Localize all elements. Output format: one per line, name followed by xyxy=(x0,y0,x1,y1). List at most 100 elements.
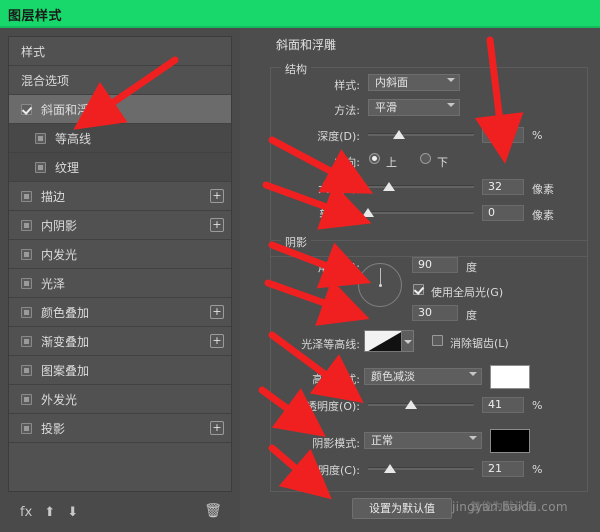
style-list-item[interactable]: 等高线 xyxy=(9,124,231,153)
highlight-color-swatch[interactable] xyxy=(490,365,530,389)
style-list-item[interactable]: 内发光 xyxy=(9,240,231,269)
highlight-opacity-unit: % xyxy=(532,399,543,412)
style-item-label: 内发光 xyxy=(41,247,78,262)
soften-slider-thumb[interactable] xyxy=(362,208,374,217)
style-list-item[interactable]: 投影 + xyxy=(9,414,231,443)
angle-dial[interactable] xyxy=(358,263,402,307)
trash-icon[interactable]: 🗑 xyxy=(204,503,222,519)
style-list-item[interactable]: 样式 xyxy=(9,37,231,66)
highlight-opacity-slider-track[interactable] xyxy=(368,403,474,406)
style-item-checkbox[interactable] xyxy=(21,103,32,115)
altitude-input[interactable]: 30 xyxy=(412,305,458,321)
shadow-opacity-row-label: 不透明度(C): xyxy=(296,464,360,477)
gloss-contour-preview[interactable] xyxy=(364,330,402,352)
shadow-opacity-input[interactable]: 21 xyxy=(482,461,524,477)
add-effect-button[interactable]: + xyxy=(210,305,224,319)
style-item-checkbox[interactable] xyxy=(21,422,32,434)
use-global-light-checkbox[interactable] xyxy=(413,284,424,295)
style-list-item[interactable]: 颜色叠加 + xyxy=(9,298,231,327)
highlight-mode-value: 颜色减淡 xyxy=(371,370,415,383)
shadow-opacity-unit: % xyxy=(532,463,543,476)
size-slider-thumb[interactable] xyxy=(383,182,396,191)
highlight-opacity-input[interactable]: 41 xyxy=(482,397,524,413)
style-list-item[interactable]: 纹理 xyxy=(9,153,231,182)
style-list[interactable]: 样式 混合选项 斜面和浮雕 等高线 纹理 描边 + 内阴影 + 内发光 光泽 颜色叠加 + 渐变叠加 + 图案… xyxy=(8,36,232,492)
depth-unit: % xyxy=(532,129,543,142)
style-list-item[interactable]: 混合选项 xyxy=(9,66,231,95)
style-item-checkbox[interactable] xyxy=(21,335,32,347)
shadow-color-swatch[interactable] xyxy=(490,429,530,453)
style-item-checkbox[interactable] xyxy=(35,161,46,173)
arrow-down-icon[interactable]: ⬇ xyxy=(67,505,78,520)
arrow-up-icon[interactable]: ⬆ xyxy=(44,505,55,520)
style-item-checkbox[interactable] xyxy=(21,364,32,376)
style-item-label: 投影 xyxy=(41,421,66,436)
altitude-row-label: 高度: xyxy=(334,309,360,322)
shadow-mode-row-label: 阴影模式: xyxy=(312,437,360,450)
style-item-checkbox[interactable] xyxy=(21,248,32,260)
depth-slider-track[interactable] xyxy=(368,133,474,136)
style-list-item[interactable]: 光泽 xyxy=(9,269,231,298)
highlight-opacity-row-label: 不透明度(O): xyxy=(295,400,360,413)
style-row-label: 样式: xyxy=(334,79,360,92)
style-item-checkbox[interactable] xyxy=(21,277,32,289)
style-item-label: 外发光 xyxy=(41,392,78,407)
size-unit: 像素 xyxy=(532,183,554,196)
shadow-opacity-slider-thumb[interactable] xyxy=(384,464,397,473)
window-titlebar: 图层样式 xyxy=(0,0,600,28)
add-effect-button[interactable]: + xyxy=(210,189,224,203)
style-item-label: 图案叠加 xyxy=(41,363,90,378)
chevron-down-icon xyxy=(447,103,455,107)
gloss-contour-row-label: 光泽等高线: xyxy=(301,338,360,351)
gloss-contour-dropdown-arrow[interactable] xyxy=(402,330,414,352)
style-list-item[interactable]: 渐变叠加 + xyxy=(9,327,231,356)
highlight-opacity-slider-thumb[interactable] xyxy=(405,400,418,409)
direction-down-radio[interactable] xyxy=(420,153,431,164)
style-item-label: 描边 xyxy=(41,189,66,204)
angle-input[interactable]: 90 xyxy=(412,257,458,273)
soften-slider-track[interactable] xyxy=(368,211,474,214)
highlight-mode-dropdown[interactable]: 颜色减淡 xyxy=(364,368,482,385)
set-default-button[interactable]: 设置为默认值 xyxy=(352,498,452,519)
size-input[interactable]: 32 xyxy=(482,179,524,195)
style-list-item[interactable]: 外发光 xyxy=(9,385,231,414)
soften-input[interactable]: 0 xyxy=(482,205,524,221)
panel-title: 斜面和浮雕 xyxy=(276,38,337,52)
add-effect-button[interactable]: + xyxy=(210,421,224,435)
style-list-item[interactable]: 内阴影 + xyxy=(9,211,231,240)
fx-icon[interactable]: fx xyxy=(20,505,32,520)
depth-row-label: 深度(D): xyxy=(317,130,360,143)
style-item-checkbox[interactable] xyxy=(21,306,32,318)
add-effect-button[interactable]: + xyxy=(210,334,224,348)
window-title: 图层样式 xyxy=(8,9,63,24)
style-list-item[interactable]: 描边 + xyxy=(9,182,231,211)
style-list-item[interactable]: 斜面和浮雕 xyxy=(9,95,231,124)
size-row-label: 大小(Z): xyxy=(318,182,360,195)
bevel-emboss-panel: 斜面和浮雕 结构 样式: 内斜面 方法: 平滑 深度(D): 258 % 方向:… xyxy=(240,28,600,532)
angle-unit: 度 xyxy=(466,261,477,274)
technique-dropdown[interactable]: 平滑 xyxy=(368,99,460,116)
add-effect-button[interactable]: + xyxy=(210,218,224,232)
sidebar-footer-toolbar: fx ⬆ ⬇ 🗑 xyxy=(8,498,232,526)
depth-input[interactable]: 258 xyxy=(482,127,524,143)
style-item-checkbox[interactable] xyxy=(35,132,46,144)
style-item-label: 样式 xyxy=(21,44,46,59)
style-list-item[interactable]: 图案叠加 xyxy=(9,356,231,385)
style-item-label: 斜面和浮雕 xyxy=(41,102,102,117)
chevron-down-icon xyxy=(469,372,477,376)
shadow-mode-dropdown[interactable]: 正常 xyxy=(364,432,482,449)
soften-row-label: 软化(F): xyxy=(319,208,360,221)
angle-dial-center xyxy=(379,284,382,287)
style-item-label: 纹理 xyxy=(55,160,80,175)
style-item-checkbox[interactable] xyxy=(21,393,32,405)
style-item-label: 渐变叠加 xyxy=(41,334,90,349)
style-item-label: 颜色叠加 xyxy=(41,305,90,320)
style-item-checkbox[interactable] xyxy=(21,190,32,202)
style-item-checkbox[interactable] xyxy=(21,219,32,231)
depth-slider-thumb[interactable] xyxy=(392,130,405,139)
anti-alias-checkbox[interactable] xyxy=(432,335,443,346)
style-dropdown[interactable]: 内斜面 xyxy=(368,74,460,91)
direction-up-radio[interactable] xyxy=(369,153,380,164)
style-item-label: 混合选项 xyxy=(21,73,70,88)
shadow-mode-value: 正常 xyxy=(371,434,393,447)
